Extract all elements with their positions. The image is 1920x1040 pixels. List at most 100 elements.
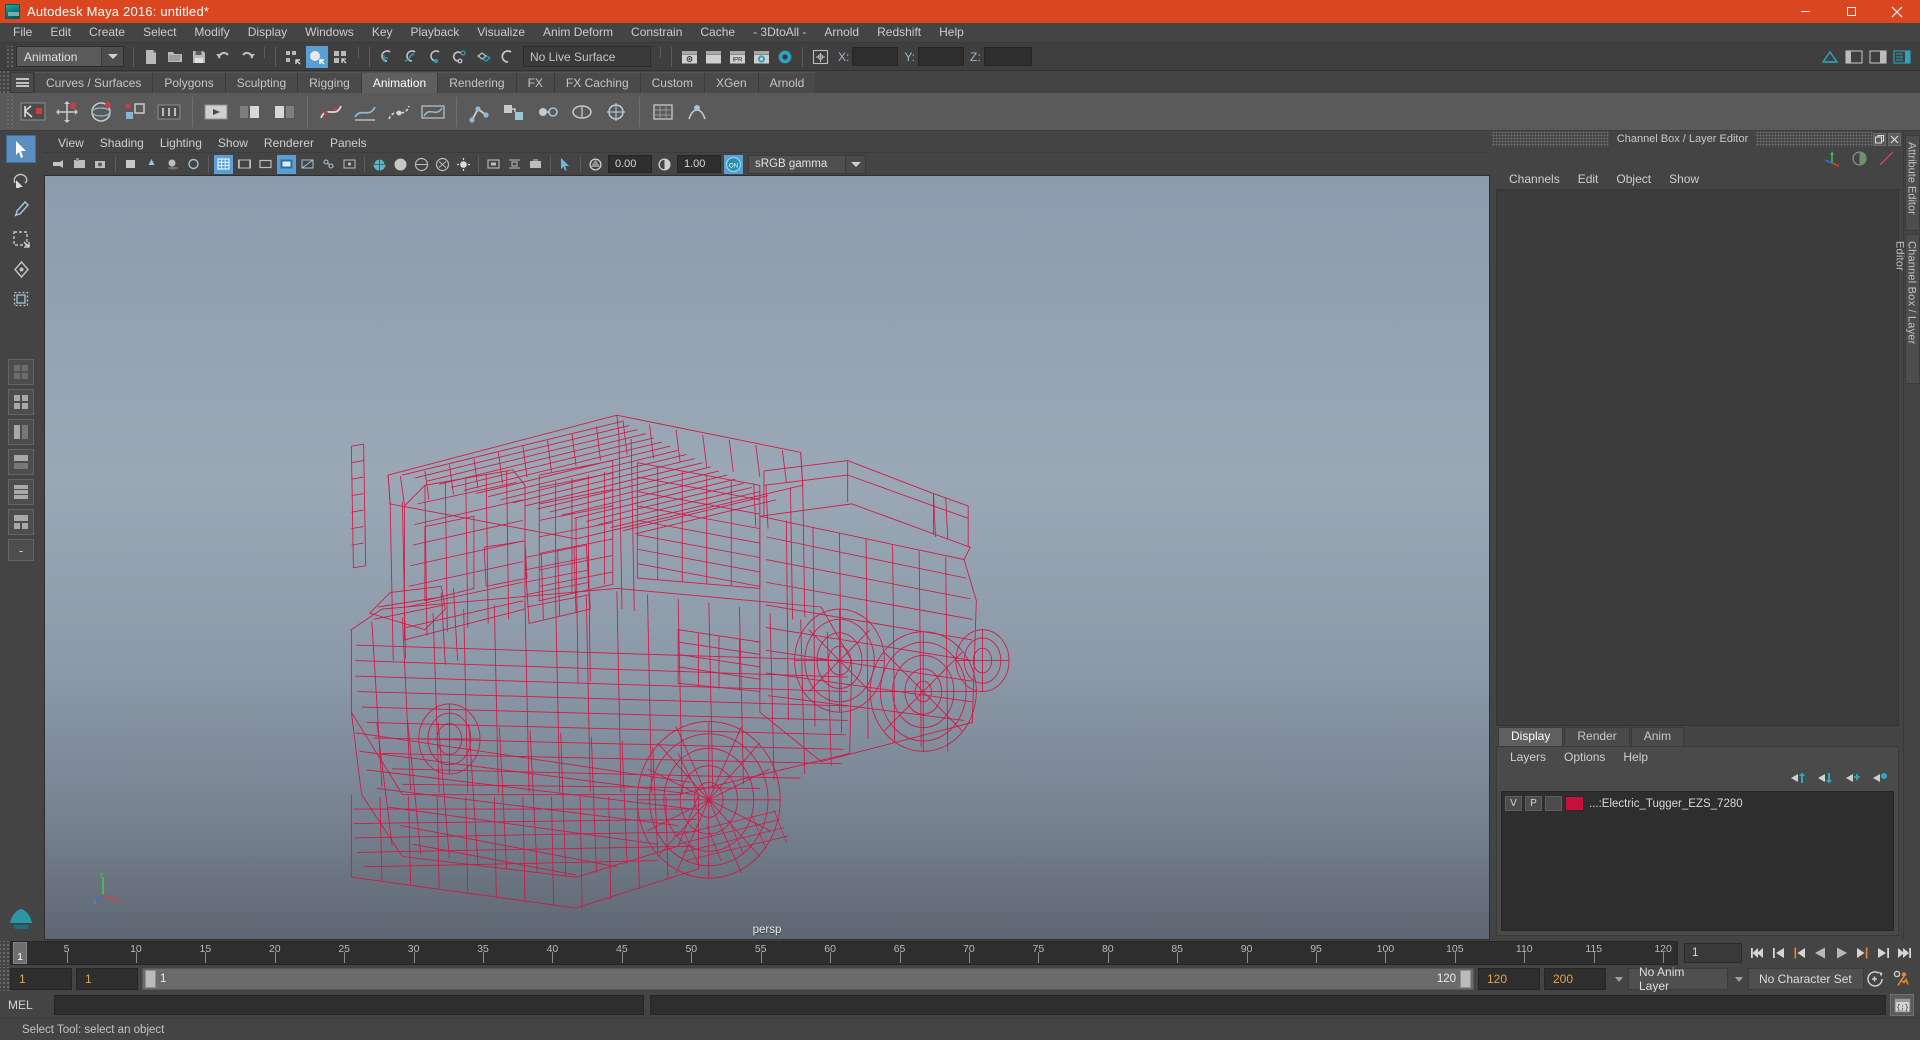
show-menu[interactable]: Show bbox=[1660, 171, 1708, 187]
scale-tool-icon[interactable] bbox=[6, 285, 36, 313]
menu-key[interactable]: Key bbox=[363, 23, 402, 42]
command-input-field[interactable] bbox=[54, 995, 644, 1015]
textures-icon[interactable] bbox=[433, 155, 452, 174]
layer-color-swatch[interactable] bbox=[1565, 796, 1584, 811]
snap-projected-center-icon[interactable] bbox=[448, 46, 470, 68]
panel-drag-handle-left[interactable] bbox=[1492, 131, 1609, 147]
script-editor-icon[interactable]: {;} bbox=[1890, 994, 1914, 1016]
single-perspective-layout-icon[interactable] bbox=[8, 359, 34, 385]
current-frame-field[interactable]: 1 bbox=[1684, 943, 1742, 963]
panel-drag-handle-right[interactable] bbox=[1756, 131, 1873, 147]
viewport-menu-panels[interactable]: Panels bbox=[322, 135, 375, 151]
anim-layer-combo[interactable]: No Anim Layer bbox=[1628, 965, 1728, 993]
range-handle-right[interactable] bbox=[1460, 970, 1471, 988]
layer-tab-display[interactable]: Display bbox=[1498, 727, 1564, 746]
shelf-grip[interactable] bbox=[0, 71, 10, 93]
play-forwards-icon[interactable] bbox=[1832, 943, 1851, 963]
select-arrow-icon[interactable] bbox=[556, 155, 575, 174]
move-layer-up-icon[interactable] bbox=[1790, 771, 1807, 785]
attribute-editor-icon[interactable] bbox=[1867, 46, 1889, 68]
grid-icon[interactable] bbox=[214, 154, 233, 174]
playback-end-time-field[interactable]: 120 bbox=[1478, 968, 1540, 990]
live-surface-field[interactable]: No Live Surface bbox=[523, 46, 651, 67]
viewport-camera-attributes-icon[interactable] bbox=[91, 155, 110, 174]
layer-tab-anim[interactable]: Anim bbox=[1630, 727, 1685, 746]
coord-x-field[interactable] bbox=[852, 47, 899, 66]
viewport-3d-canvas[interactable]: y x z persp bbox=[44, 175, 1490, 940]
layer-list[interactable]: V P ...:Electric_Tugger_EZS_7280 bbox=[1501, 791, 1894, 931]
go-to-end-icon[interactable] bbox=[1895, 943, 1914, 963]
wireframe-on-shaded-icon[interactable] bbox=[391, 155, 410, 174]
viewport-menu-shading[interactable]: Shading bbox=[92, 135, 152, 151]
menu-3dtoall[interactable]: - 3DtoAll - bbox=[744, 23, 815, 42]
range-slider-bar[interactable]: 1 120 bbox=[142, 968, 1474, 990]
menu-create[interactable]: Create bbox=[80, 23, 134, 42]
xray-icon[interactable] bbox=[298, 155, 317, 174]
constraint-orient-icon[interactable] bbox=[566, 96, 598, 128]
resolution-gate-icon[interactable] bbox=[256, 155, 275, 174]
four-view-layout-icon[interactable] bbox=[8, 389, 34, 415]
layer-visibility-toggle[interactable]: V bbox=[1505, 796, 1522, 811]
color-management-combo[interactable]: sRGB gamma bbox=[748, 154, 866, 174]
xray-joints-icon[interactable] bbox=[319, 155, 338, 174]
select-tool-icon[interactable] bbox=[6, 135, 36, 163]
two-sided-lighting-icon[interactable] bbox=[121, 155, 140, 174]
persp-graph-layout-icon[interactable] bbox=[8, 449, 34, 475]
range-handle-left[interactable] bbox=[145, 970, 156, 988]
motion-trail-icon[interactable] bbox=[383, 96, 415, 128]
ghost-prev-icon[interactable] bbox=[234, 96, 266, 128]
ghost-next-icon[interactable] bbox=[268, 96, 300, 128]
constraint-point-icon[interactable] bbox=[532, 96, 564, 128]
time-slider-grip[interactable] bbox=[0, 941, 10, 965]
undo-icon[interactable] bbox=[212, 46, 234, 68]
command-language-label[interactable]: MEL bbox=[8, 998, 54, 1012]
new-layer-from-selected-icon[interactable] bbox=[1871, 771, 1888, 785]
shelf-tab-polygons[interactable]: Polygons bbox=[152, 72, 225, 93]
saved-layout-icon[interactable]: - bbox=[8, 539, 34, 561]
menu-display[interactable]: Display bbox=[239, 23, 296, 42]
animation-start-time-field[interactable]: 1 bbox=[10, 968, 72, 990]
render-view-icon[interactable] bbox=[678, 46, 700, 68]
constraint-parent-icon[interactable] bbox=[498, 96, 530, 128]
new-layer-icon[interactable] bbox=[1844, 771, 1861, 785]
menu-visualize[interactable]: Visualize bbox=[468, 23, 534, 42]
set-key-icon[interactable] bbox=[17, 96, 49, 128]
menu-edit[interactable]: Edit bbox=[41, 23, 80, 42]
options-menu[interactable]: Options bbox=[1555, 749, 1614, 765]
menu-select[interactable]: Select bbox=[134, 23, 185, 42]
ik-handle-icon[interactable] bbox=[464, 96, 496, 128]
breakdown-key-icon[interactable] bbox=[153, 96, 185, 128]
vertical-tab-channel-box[interactable]: Channel Box / Layer Editor bbox=[1894, 234, 1920, 384]
step-forward-frame-icon[interactable] bbox=[1853, 943, 1872, 963]
chevron-down-icon[interactable] bbox=[101, 47, 123, 66]
viewport-menu-lighting[interactable]: Lighting bbox=[152, 135, 210, 151]
close-icon[interactable] bbox=[1888, 132, 1901, 146]
save-scene-icon[interactable] bbox=[188, 46, 210, 68]
viewport-menu-show[interactable]: Show bbox=[210, 135, 256, 151]
gamma-icon[interactable] bbox=[655, 155, 674, 174]
animation-preferences-icon[interactable] bbox=[1892, 970, 1912, 988]
help-menu[interactable]: Help bbox=[1614, 749, 1657, 765]
gamma-field[interactable]: 1.00 bbox=[677, 155, 721, 173]
select-by-hierarchy-icon[interactable] bbox=[282, 46, 304, 68]
shelf-tab-fx[interactable]: FX bbox=[515, 72, 554, 93]
snap-curve-icon[interactable] bbox=[400, 46, 422, 68]
anim-layer-chevron-icon[interactable] bbox=[1615, 976, 1623, 982]
bake-simulation-icon[interactable] bbox=[349, 96, 381, 128]
color-management-toggle-icon[interactable]: ON bbox=[724, 154, 743, 174]
channel-box-icon[interactable] bbox=[1891, 46, 1913, 68]
shelf-tab-rendering[interactable]: Rendering bbox=[437, 72, 516, 93]
render-region-icon[interactable] bbox=[702, 46, 724, 68]
menu-arnold[interactable]: Arnold bbox=[815, 23, 868, 42]
snap-grid-icon[interactable] bbox=[376, 46, 398, 68]
gate-mask-icon[interactable] bbox=[277, 154, 296, 174]
menu-set-selector[interactable]: Animation bbox=[16, 46, 124, 67]
shelf-row-grip[interactable] bbox=[5, 95, 13, 128]
set-key-scale-icon[interactable] bbox=[119, 96, 151, 128]
isolate-select-icon[interactable] bbox=[484, 155, 503, 174]
minimize-icon[interactable] bbox=[1782, 0, 1828, 23]
outliner-icon[interactable] bbox=[1843, 46, 1865, 68]
shelf-tab-fx-caching[interactable]: FX Caching bbox=[553, 72, 640, 93]
three-pane-split-layout-icon[interactable] bbox=[8, 509, 34, 535]
shelf-tab-arnold[interactable]: Arnold bbox=[757, 72, 816, 93]
